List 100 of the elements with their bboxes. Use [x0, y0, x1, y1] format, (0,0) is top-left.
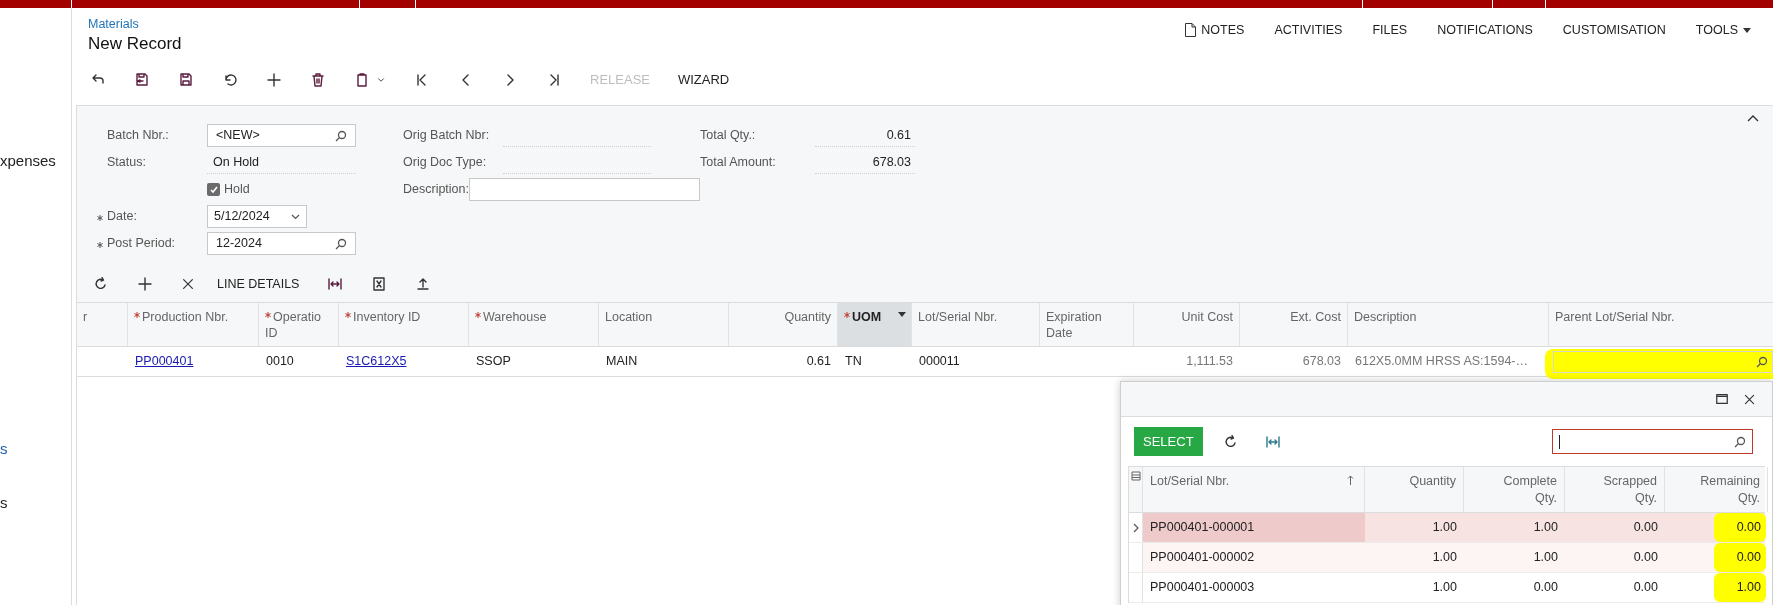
table-cell-text: 1.00	[1736, 579, 1761, 597]
column-header[interactable]: Operatio ID	[259, 303, 339, 346]
table-row[interactable]: PP000401-000003 1.00 0.00 0.00 1.00	[1129, 573, 1765, 603]
table-cell-text: TN	[844, 353, 863, 371]
column-header[interactable]: Description	[1348, 303, 1549, 346]
header-action-button[interactable]: CUSTOMISATION	[1562, 20, 1666, 40]
search-icon	[1734, 435, 1746, 448]
sidebar-item[interactable]: s	[0, 492, 8, 515]
header-action-button[interactable]: NOTES	[1185, 20, 1245, 40]
field-value: 678.03	[815, 151, 915, 174]
check-icon	[208, 184, 219, 195]
table-cell-text: 612X5.0MM HRSS AS:1594-…	[1354, 353, 1529, 371]
column-header[interactable]: r	[77, 303, 128, 346]
page-title: New Record	[88, 33, 182, 55]
table-cell-text: 0.00	[1633, 549, 1658, 567]
table-cell-text: 1.00	[1432, 579, 1457, 597]
column-header[interactable]: Production Nbr.	[128, 303, 259, 346]
column-header[interactable]: Lot/Serial Nbr.	[1143, 467, 1365, 512]
add-icon[interactable]	[137, 276, 153, 292]
table-row[interactable]: PP000401-000001 1.00 1.00 0.00 0.00	[1129, 513, 1765, 543]
table-cell-text: SSOP	[475, 353, 512, 371]
table-cell-text: 1.00	[1533, 549, 1558, 567]
column-header[interactable]: Expiration Date	[1040, 303, 1134, 346]
toolbar-button[interactable]: WIZARD	[678, 70, 730, 90]
upload-icon[interactable]	[415, 276, 432, 292]
field-label: Batch Nbr.:	[107, 127, 169, 145]
table-cell-text: PP000401-000002	[1150, 549, 1255, 567]
column-header[interactable]: Remaining Qty.	[1665, 467, 1768, 512]
field-label: Date:	[107, 208, 137, 226]
table-cell-text: 0.00	[1736, 549, 1761, 567]
table-cell-text: PP000401-000003	[1150, 579, 1255, 597]
table-cell-text: 0.00	[1736, 519, 1761, 537]
save-and-close-icon[interactable]	[134, 72, 150, 88]
lookup-field[interactable]: <NEW>	[207, 124, 356, 147]
column-header[interactable]: Unit Cost	[1134, 303, 1240, 346]
add-icon[interactable]	[266, 72, 282, 88]
date-field[interactable]: 5/12/2024	[207, 205, 307, 228]
breadcrumb-link[interactable]: Materials	[88, 16, 182, 32]
caret-icon	[898, 312, 906, 317]
refresh-icon[interactable]	[1222, 433, 1239, 450]
field-label: Status:	[107, 154, 146, 172]
header-action-button[interactable]: NOTIFICATIONS	[1437, 20, 1533, 40]
table-cell-text: 678.03	[1301, 353, 1342, 371]
maximize-icon[interactable]	[1715, 392, 1729, 406]
table-cell-text: 000011	[918, 353, 961, 371]
table-link[interactable]: S1C612X5	[346, 352, 407, 371]
undo-icon[interactable]	[222, 72, 238, 88]
table-cell-text: 1.00	[1432, 519, 1457, 537]
search-icon	[1756, 355, 1768, 368]
caret-icon	[291, 213, 300, 220]
save-icon[interactable]	[178, 72, 194, 88]
column-header[interactable]: Quantity	[1365, 467, 1464, 512]
field-value: 0.61	[815, 124, 915, 147]
column-header[interactable]: Inventory ID	[339, 303, 469, 346]
header-action-button[interactable]: ACTIVITIES	[1274, 20, 1343, 40]
checkbox[interactable]	[207, 183, 220, 196]
collapse-icon[interactable]	[1747, 114, 1759, 122]
caret-icon[interactable]	[376, 75, 386, 85]
fit-columns-icon[interactable]	[327, 276, 344, 292]
description-field[interactable]	[469, 178, 700, 201]
table-cell-text: PP000401-000001	[1150, 519, 1255, 537]
column-chooser-icon[interactable]	[1130, 471, 1141, 481]
copy-paste-icon[interactable]	[354, 72, 370, 88]
current-row-icon	[1132, 522, 1139, 533]
lookup-field[interactable]	[1553, 350, 1773, 373]
caret-icon	[1743, 27, 1751, 33]
sidebar-item[interactable]: xpenses	[0, 150, 56, 173]
field-value: On Hold	[207, 151, 356, 174]
close-icon[interactable]	[1743, 392, 1756, 406]
table-cell-text: 0.00	[1633, 519, 1658, 537]
excel-export-icon[interactable]	[371, 276, 388, 292]
table-cell-text: 0.00	[1633, 579, 1658, 597]
table-row[interactable]: PP000401-000002 1.00 1.00 0.00 0.00	[1129, 543, 1765, 573]
table-cell-text: 0.00	[1533, 579, 1558, 597]
delete-icon[interactable]	[310, 72, 326, 88]
column-header[interactable]: Warehouse	[469, 303, 599, 346]
column-header[interactable]: Complete Qty.	[1464, 467, 1565, 512]
column-header[interactable]: Scrapped Qty.	[1565, 467, 1665, 512]
header-action-button[interactable]: FILES	[1372, 20, 1408, 40]
field-label: Total Qty.:	[700, 127, 757, 145]
field-label: Total Amount:	[700, 154, 777, 172]
table-cell-text: MAIN	[605, 353, 639, 371]
field-label: Description:	[403, 181, 469, 199]
column-header[interactable]: Ext. Cost	[1240, 303, 1348, 346]
hold-checkbox[interactable]: Hold	[207, 180, 250, 199]
sidebar-item[interactable]: s	[0, 438, 8, 461]
column-header[interactable]: Lot/Serial Nbr.	[912, 303, 1040, 346]
field-label: Post Period:	[107, 235, 176, 253]
column-header[interactable]: Parent Lot/Serial Nbr.	[1549, 303, 1773, 346]
lookup-field[interactable]: 12-2024	[207, 232, 356, 255]
column-header[interactable]: UOM	[838, 303, 912, 346]
table-link[interactable]: PP000401	[135, 352, 194, 371]
column-header[interactable]: Location	[599, 303, 729, 346]
line-details-button[interactable]: LINE DETAILS	[217, 274, 300, 294]
search-field[interactable]	[1552, 429, 1753, 454]
field-label: Orig Batch Nbr:	[403, 127, 491, 145]
header-action-button[interactable]: TOOLS	[1695, 20, 1751, 40]
refresh-icon[interactable]	[93, 276, 109, 292]
close-icon[interactable]	[181, 277, 195, 291]
table-cell-text: 0.61	[805, 353, 832, 371]
